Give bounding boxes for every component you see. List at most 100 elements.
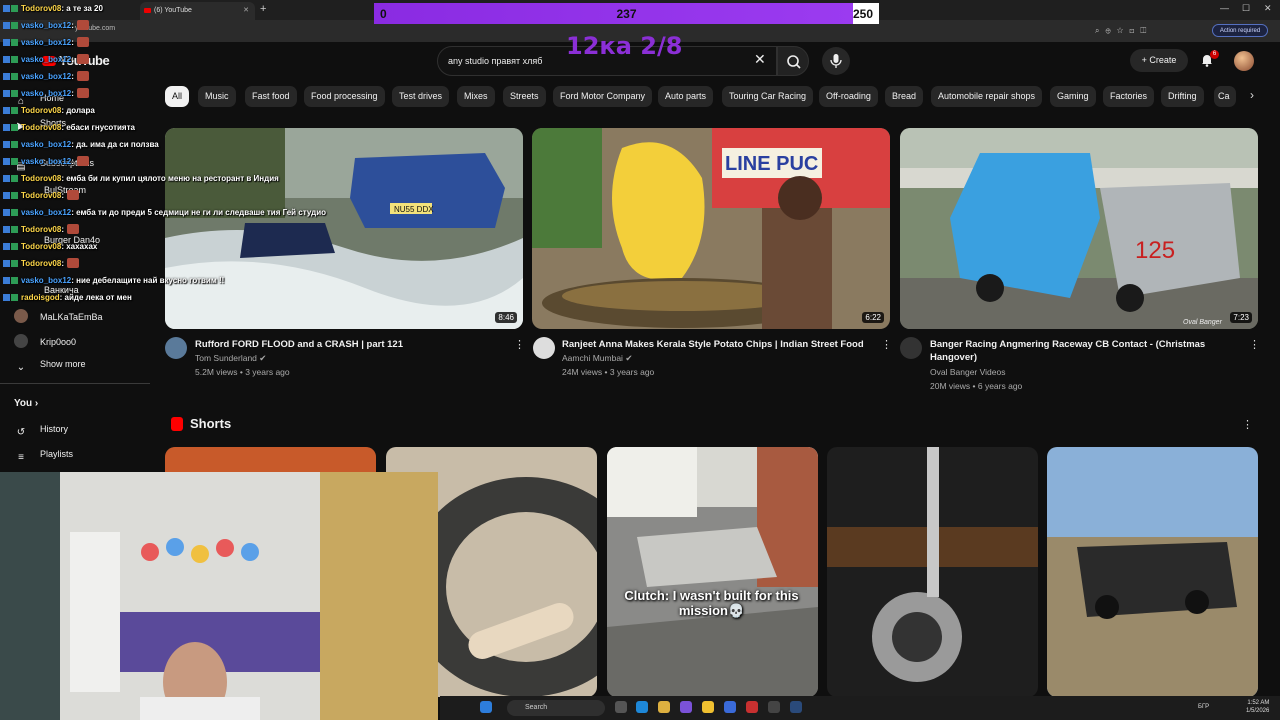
sub-malkataemba[interactable]: MaLKaTaEmBa	[14, 309, 103, 323]
voice-search-button[interactable]	[822, 47, 850, 75]
tab-title: (6) YouTube	[154, 7, 192, 14]
app-icon[interactable]	[724, 701, 736, 713]
maximize-icon[interactable]: ☐	[1242, 3, 1250, 14]
channel-avatar[interactable]	[533, 337, 555, 359]
close-tab-icon[interactable]: ✕	[243, 2, 249, 20]
video-title[interactable]: Rufford FORD FLOOD and a CRASH | part 12…	[195, 338, 505, 351]
chat-nick[interactable]: vasko_box12	[21, 21, 71, 30]
clear-search-icon[interactable]: ✕	[754, 51, 766, 68]
taskbar-clock[interactable]: 1:52 AM 1/5/2026	[1246, 699, 1269, 715]
chat-nick[interactable]: vasko_box12	[21, 208, 71, 217]
chat-nick[interactable]: Todorov08	[21, 259, 61, 268]
new-tab-icon[interactable]: +	[260, 3, 266, 15]
chip-auto-parts[interactable]: Auto parts	[658, 86, 714, 107]
video-title[interactable]: Ranjeet Anna Makes Kerala Style Potato C…	[562, 338, 872, 351]
app-icon[interactable]	[746, 701, 758, 713]
chip-ca[interactable]: Ca	[1214, 86, 1236, 107]
sidebar-show-more[interactable]: ⌄ Show more	[14, 359, 86, 376]
chip-music[interactable]: Music	[198, 86, 236, 107]
channel-avatar[interactable]	[900, 337, 922, 359]
badge-icon	[3, 90, 10, 97]
chat-message: vasko_box12: да. има да си ползва	[3, 138, 159, 152]
minimize-icon[interactable]: —	[1220, 3, 1229, 13]
chip-mixes[interactable]: Mixes	[457, 86, 495, 107]
windows-start-icon[interactable]	[480, 701, 492, 713]
video-thumbnail[interactable]: LINE PUC 6:22	[532, 128, 890, 329]
chat-nick[interactable]: Todorov08	[21, 106, 61, 115]
chip-ford-motor-company[interactable]: Ford Motor Company	[553, 86, 653, 107]
obs-icon[interactable]	[768, 701, 780, 713]
chip-food-processing[interactable]: Food processing	[304, 86, 385, 107]
sidebar-item-playlists[interactable]: ≡ Playlists	[14, 449, 73, 466]
badge-icon	[3, 243, 10, 250]
search-button[interactable]	[777, 46, 809, 76]
video-thumbnail[interactable]: 125 Oval Banger 7:23	[900, 128, 1258, 329]
chat-nick[interactable]: Todorov08	[21, 225, 61, 234]
file-explorer-icon[interactable]	[702, 701, 714, 713]
more-options-icon[interactable]: ⋮	[1249, 338, 1260, 351]
video-thumbnail[interactable]: NU55 DDX 8:46	[165, 128, 523, 329]
short-card[interactable]	[607, 447, 818, 697]
short-card[interactable]	[1047, 447, 1258, 697]
chip-all[interactable]: All	[165, 86, 190, 107]
channel-name[interactable]: Oval Banger Videos	[930, 367, 1005, 377]
chat-nick[interactable]: vasko_box12	[21, 38, 71, 47]
more-options-icon[interactable]: ⋮	[881, 338, 892, 351]
chat-nick[interactable]: vasko_box12	[21, 89, 71, 98]
chip-automobile-repair-shops[interactable]: Automobile repair shops	[931, 86, 1043, 107]
chat-nick[interactable]: radoisgod	[21, 293, 60, 302]
discord-icon[interactable]	[680, 701, 692, 713]
chip-touring-car-racing[interactable]: Touring Car Racing	[722, 86, 814, 107]
task-view-icon[interactable]	[615, 701, 627, 713]
chat-nick[interactable]: vasko_box12	[21, 140, 71, 149]
chip-bread[interactable]: Bread	[885, 86, 924, 107]
shorts-more-icon[interactable]: ⋮	[1242, 418, 1253, 431]
taskbar-search[interactable]: Search	[507, 700, 605, 716]
chip-off-roading[interactable]: Off-roading	[819, 86, 878, 107]
sidebar-you[interactable]: You ›	[14, 398, 38, 409]
youtube-favicon-icon	[144, 8, 151, 13]
channel-avatar[interactable]	[165, 337, 187, 359]
short-card[interactable]	[827, 447, 1038, 697]
chip-gaming[interactable]: Gaming	[1050, 86, 1096, 107]
channel-name[interactable]: Aamchi Mumbai ✔	[562, 353, 632, 364]
close-window-icon[interactable]: ✕	[1264, 3, 1272, 14]
video-views: 5.2M views	[195, 367, 238, 377]
chip-test-drives[interactable]: Test drives	[392, 86, 450, 107]
chip-drifting[interactable]: Drifting	[1161, 86, 1204, 107]
video-age: 3 years ago	[609, 367, 655, 377]
chat-nick[interactable]: Todorov08	[21, 123, 61, 132]
steam-icon[interactable]	[790, 701, 802, 713]
badge-icon	[3, 107, 10, 114]
badge-icon	[3, 141, 10, 148]
create-button[interactable]: + Create	[1130, 49, 1188, 72]
chat-nick[interactable]: Todorov08	[21, 242, 61, 251]
chip-fast-food[interactable]: Fast food	[245, 86, 297, 107]
chip-factories[interactable]: Factories	[1103, 86, 1155, 107]
emote-icon	[76, 54, 89, 64]
emote-icon	[76, 20, 89, 30]
chat-nick[interactable]: vasko_box12	[21, 55, 71, 64]
chat-message: Todorov08: а те за 20	[3, 2, 103, 16]
extension-icons[interactable]: ⌕⊕☆⊡◫	[1095, 26, 1152, 36]
chat-nick[interactable]: vasko_box12	[21, 276, 71, 285]
chat-nick[interactable]: Todorov08	[21, 191, 61, 200]
chrome-icon[interactable]	[658, 701, 670, 713]
account-avatar[interactable]	[1234, 51, 1254, 71]
sidebar-item-history[interactable]: ↺ History	[14, 424, 68, 441]
chat-nick[interactable]: Todorov08	[21, 174, 61, 183]
browser-tab[interactable]: (6) YouTube ✕	[140, 2, 255, 20]
chat-nick[interactable]: vasko_box12	[21, 157, 71, 166]
sidebar-label: Playlists	[40, 449, 74, 459]
action-required-button[interactable]: Action required	[1212, 24, 1268, 37]
channel-name[interactable]: Tom Sunderland ✔	[195, 353, 266, 364]
chip-streets[interactable]: Streets	[503, 86, 546, 107]
chip-next-icon[interactable]: ›	[1250, 88, 1254, 102]
more-options-icon[interactable]: ⋮	[514, 338, 525, 351]
chat-nick[interactable]: Todorov08	[21, 4, 61, 13]
sub-krip0oo0[interactable]: Krip0oo0	[14, 334, 76, 348]
chat-nick[interactable]: vasko_box12	[21, 72, 71, 81]
keyboard-language[interactable]: БГР	[1198, 704, 1209, 710]
video-title[interactable]: Banger Racing Angmering Raceway CB Conta…	[930, 338, 1235, 364]
edge-icon[interactable]	[636, 701, 648, 713]
